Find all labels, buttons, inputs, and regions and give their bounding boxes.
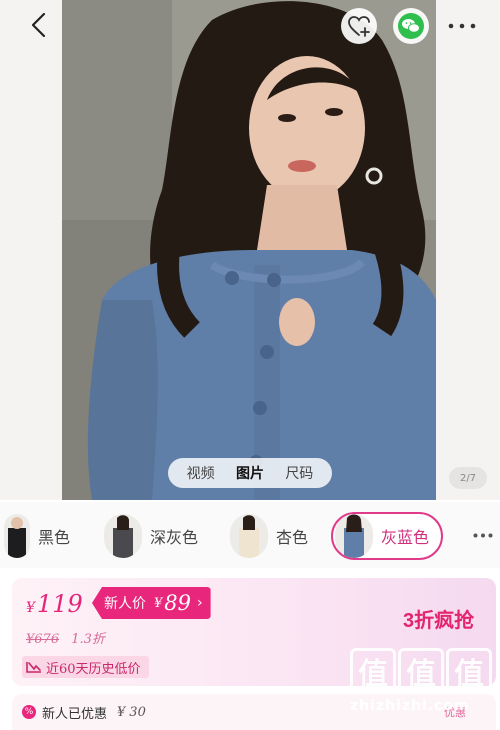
gallery-background-right [436,0,500,500]
price-value: 119 [36,590,83,618]
media-tabs: 视频 图片 尺码 [168,458,332,488]
product-photo[interactable] [62,0,436,500]
promo-label: 3折疯抢 [403,610,475,632]
chevron-right-icon: › [197,595,203,611]
price-card: ¥ 119 新人价 ¥ 89 › ¥676 1.3折 近60天历史低价 3折疯抢 [12,578,496,686]
history-low-badge: 近60天历史低价 [22,656,149,678]
color-option-dark-gray[interactable]: 深灰色 [104,512,198,560]
newcomer-price-value: 89 [164,591,192,615]
coupon-row[interactable]: % 新人已优惠 ¥30 优惠 [12,694,496,730]
currency-symbol: ¥ [154,595,163,611]
page-indicator: 2/7 [449,467,487,489]
trend-down-icon [26,662,41,673]
coupon-value: 30 [129,704,146,720]
coupon-tail: 优惠 [444,706,466,719]
color-option-black[interactable]: 黑色 [4,512,70,560]
percent-icon: % [22,705,36,719]
more-colors-button[interactable] [470,524,496,546]
coupon-label: 新人已优惠 [42,706,108,722]
newcomer-price-tag[interactable]: 新人价 ¥ 89 › [92,587,211,619]
chevron-left-icon [31,12,46,38]
current-price: ¥ 119 [26,590,83,618]
color-thumbnail [104,514,142,558]
color-label: 灰蓝色 [381,528,430,547]
coupon-amount: ¥30 [117,705,146,720]
tab-size[interactable]: 尺码 [285,463,313,483]
ellipsis-icon [448,23,476,29]
color-thumbnail [4,514,30,558]
wechat-share-button[interactable] [393,8,429,44]
favorite-button[interactable] [341,8,377,44]
more-button[interactable] [442,8,482,44]
back-button[interactable] [22,8,56,42]
color-option-apricot[interactable]: 杏色 [230,512,308,560]
discount-rate: 1.3折 [71,632,105,647]
tab-images[interactable]: 图片 [236,463,264,483]
gallery-background-left [0,0,62,500]
tab-video[interactable]: 视频 [187,463,215,483]
product-gallery[interactable]: 视频 图片 尺码 2/7 [0,0,500,500]
color-thumbnail [230,514,268,558]
newcomer-label: 新人价 [104,596,146,612]
wechat-icon [398,13,424,39]
ellipsis-icon [473,533,493,537]
original-price: ¥676 [26,632,60,647]
color-label: 杏色 [276,528,309,547]
color-label: 黑色 [38,528,71,547]
history-low-label: 近60天历史低价 [46,661,141,677]
model-illustration [62,0,436,500]
currency-symbol: ¥ [117,704,126,720]
color-selector: 黑色 深灰色 杏色 灰蓝色 [0,502,500,568]
color-option-gray-blue[interactable]: 灰蓝色 [331,512,444,560]
color-label: 深灰色 [150,528,199,547]
currency-symbol: ¥ [26,600,35,616]
heart-plus-icon [348,16,370,37]
original-price-row: ¥676 1.3折 [26,628,105,647]
color-thumbnail [335,514,373,558]
